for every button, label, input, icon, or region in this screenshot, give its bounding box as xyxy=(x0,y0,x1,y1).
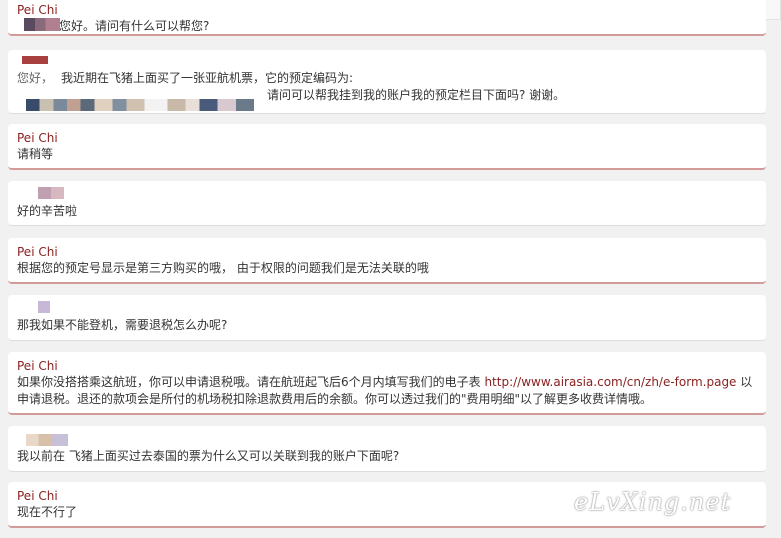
redacted-username xyxy=(38,187,64,199)
message-text: 如果你没搭搭乘这航班，你可以申请退税哦。请在航班起飞后6个月内填写我们的电子表 … xyxy=(17,374,757,408)
eform-link[interactable]: http://www.airasia.com/cn/zh/e-form.page xyxy=(484,375,736,389)
redacted-avatar xyxy=(22,56,48,64)
message-text: 您好， 我近期在飞猪上面买了一张亚航机票，它的预定编码为: xyxy=(17,70,757,87)
chat-message-agent: Pei Chi 请稍等 xyxy=(8,124,766,170)
message-text: 您好。请问有什么可以帮您? xyxy=(59,19,210,33)
chat-message-user: 好的辛苦啦 xyxy=(8,181,766,226)
agent-name: Pei Chi xyxy=(17,359,58,373)
chat-message-user: 您好， 我近期在飞猪上面买了一张亚航机票，它的预定编码为: 请问可以帮我挂到我的账… xyxy=(8,50,766,114)
message-text: 我以前在 飞猪上面买过去泰国的票为什么又可以关联到我的账户下面呢? xyxy=(17,449,400,463)
message-text: 请稍等 xyxy=(17,147,54,161)
redacted-avatar xyxy=(24,18,60,31)
agent-name: Pei Chi xyxy=(17,131,58,145)
agent-name: Pei Chi xyxy=(17,3,58,17)
message-text: 那我如果不能登机，需要退税怎么办呢? xyxy=(17,318,228,332)
redacted-username xyxy=(26,434,68,446)
message-text: 根据您的预定号显示是第三方购买的哦， 由于权限的问题我们是无法关联的哦 xyxy=(17,261,429,275)
redacted-booking-code xyxy=(26,99,254,111)
message-text-part: 如果你没搭搭乘这航班，你可以申请退税哦。请在航班起飞后6个月内填写我们的电子表 xyxy=(17,375,485,389)
chat-message-agent: Pei Chi 如果你没搭搭乘这航班，你可以申请退税哦。请在航班起飞后6个月内填… xyxy=(8,352,766,415)
chat-message-user: 那我如果不能登机，需要退税怎么办呢? xyxy=(8,295,766,341)
message-text: 好的辛苦啦 xyxy=(17,204,78,218)
redacted-username xyxy=(38,301,50,313)
chat-message-agent: Pei Chi 您好。请问有什么可以帮您? xyxy=(8,0,766,36)
chat-message-agent: Pei Chi 根据您的预定号显示是第三方购买的哦， 由于权限的问题我们是无法关… xyxy=(8,238,766,284)
watermark: eLvXing.net xyxy=(574,488,732,516)
message-line-1: 我近期在飞猪上面买了一张亚航机票，它的预定编码为: xyxy=(61,71,354,85)
chat-message-user: 我以前在 飞猪上面买过去泰国的票为什么又可以关联到我的账户下面呢? xyxy=(8,426,766,472)
agent-name: Pei Chi xyxy=(17,245,58,259)
greeting-text: 您好， xyxy=(17,71,54,85)
